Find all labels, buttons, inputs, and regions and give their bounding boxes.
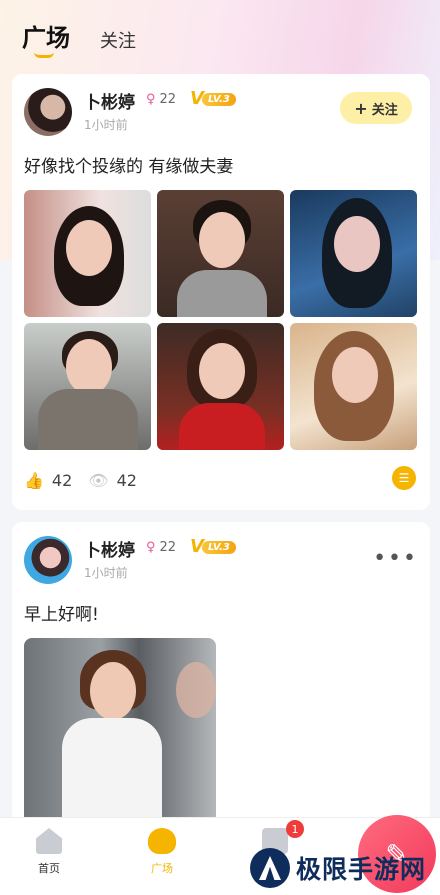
post-actions: 👍 42 👁 42	[24, 471, 137, 490]
watermark-logo	[250, 848, 290, 888]
age: 22	[159, 540, 177, 555]
post-photo[interactable]	[24, 190, 151, 317]
follow-button[interactable]: + 关注	[340, 92, 412, 124]
view-count: 42	[116, 471, 137, 490]
follow-label: 关注	[371, 102, 398, 118]
nav-home[interactable]: 首页	[36, 828, 62, 876]
square-icon	[148, 828, 176, 854]
vip-level: LV.3	[201, 92, 236, 106]
female-icon: ♀	[146, 540, 156, 555]
age: 22	[159, 92, 177, 107]
eye-icon: 👁	[88, 471, 109, 490]
post-photo[interactable]	[24, 638, 216, 822]
unread-badge: 1	[286, 820, 304, 838]
female-icon: ♀	[146, 92, 156, 107]
comment-icon[interactable]: ☰	[392, 466, 416, 490]
username[interactable]: 卜彬婷	[84, 88, 135, 113]
watermark-text: 极限手游网	[296, 855, 427, 884]
thumb-up-icon: 👍	[24, 471, 44, 490]
watermark: 极限手游网	[250, 846, 426, 890]
nav-label: 首页	[38, 862, 60, 875]
post-photo[interactable]	[24, 323, 151, 450]
vip-badge: V LV.3	[190, 90, 236, 108]
like-button[interactable]: 👍 42	[24, 471, 72, 490]
gender-age: ♀ 22	[146, 92, 176, 107]
avatar[interactable]	[24, 536, 72, 584]
tab-following[interactable]: 关注	[100, 27, 136, 53]
plus-icon: +	[354, 98, 368, 118]
view-count-group: 👁 42	[88, 471, 137, 490]
photo-grid	[24, 190, 417, 450]
vip-level: LV.3	[201, 540, 236, 554]
like-count: 42	[51, 471, 73, 490]
post-photo[interactable]	[157, 190, 284, 317]
post-text: 好像找个投缘的 有缘做夫妻	[24, 157, 234, 177]
post-card[interactable]: 卜彬婷 ♀ 22 V LV.3 1小时前 ••• 早上好啊!	[12, 522, 430, 822]
nav-square[interactable]: 广场	[148, 828, 176, 876]
post-text: 早上好啊!	[24, 605, 99, 625]
post-photo[interactable]	[290, 190, 417, 317]
avatar[interactable]	[24, 88, 72, 136]
nav-label: 广场	[151, 862, 173, 875]
post-card[interactable]: 卜彬婷 ♀ 22 V LV.3 1小时前 + 关注 好像找个投缘的 有缘做夫妻	[12, 74, 430, 510]
home-icon	[36, 828, 62, 854]
gender-age: ♀ 22	[146, 540, 176, 555]
tab-square[interactable]: 广场	[22, 18, 70, 53]
post-time: 1小时前	[84, 118, 128, 132]
more-options-icon[interactable]: •••	[373, 546, 418, 571]
top-tabs: 广场 关注	[22, 18, 136, 53]
post-time: 1小时前	[84, 566, 128, 580]
username[interactable]: 卜彬婷	[84, 536, 135, 561]
active-tab-indicator	[34, 52, 54, 58]
vip-badge: V LV.3	[190, 538, 236, 556]
post-photo[interactable]	[157, 323, 284, 450]
post-photo[interactable]	[290, 323, 417, 450]
